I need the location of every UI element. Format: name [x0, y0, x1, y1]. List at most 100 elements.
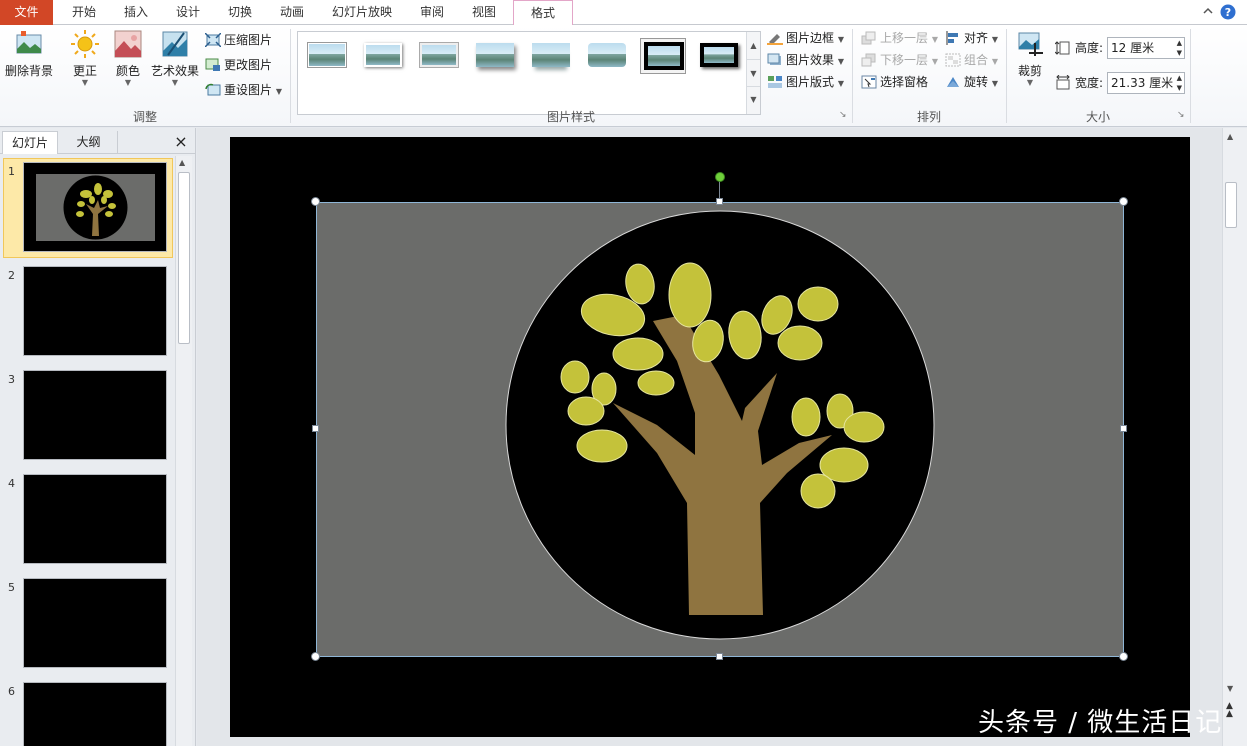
artistic-effects-button[interactable]: 艺术效果 ▼ — [150, 29, 200, 87]
resize-handle-right[interactable] — [1120, 425, 1127, 432]
tab-insert[interactable]: 插入 — [112, 0, 160, 25]
current-slide[interactable] — [230, 137, 1190, 737]
tab-home[interactable]: 开始 — [60, 0, 108, 25]
slide-editing-area — [197, 128, 1222, 746]
tab-slideshow[interactable]: 幻灯片放映 — [322, 0, 402, 25]
selected-picture[interactable] — [316, 202, 1124, 657]
slide-thumbnail-1[interactable] — [23, 162, 167, 252]
picture-style-option[interactable] — [696, 38, 742, 74]
dropdown-arrow-icon: ▼ — [171, 78, 179, 87]
slide-thumbnail-6[interactable] — [23, 682, 167, 746]
scroll-down-icon[interactable]: ▼ — [1227, 684, 1233, 693]
crop-label: 裁剪 — [1017, 64, 1042, 78]
tab-transitions[interactable]: 切换 — [216, 0, 264, 25]
width-label: 宽度: — [1075, 76, 1104, 90]
dialog-launcher-icon[interactable]: ↘ — [1177, 110, 1185, 120]
group-button[interactable]: 组合 ▼ — [945, 50, 998, 70]
color-button[interactable]: 颜色 ▼ — [110, 29, 146, 87]
close-panel-icon[interactable]: × — [172, 131, 190, 154]
picture-layout-button[interactable]: 图片版式 ▼ — [767, 72, 844, 92]
tab-format[interactable]: 格式 — [513, 0, 573, 26]
picture-style-option[interactable] — [584, 38, 630, 74]
resize-handle-left[interactable] — [312, 425, 319, 432]
editor-scroll-thumb[interactable] — [1225, 182, 1237, 228]
scroll-up-icon[interactable]: ▲ — [1227, 132, 1233, 141]
window-right-edge — [1240, 128, 1247, 746]
slide-number: 6 — [8, 685, 15, 698]
minimize-ribbon-icon[interactable] — [1199, 4, 1217, 22]
editor-scrollbar[interactable]: ▲ ▼ ▲ ▲ — [1222, 128, 1240, 746]
slide-thumbnail-4[interactable] — [23, 474, 167, 564]
picture-style-option[interactable] — [472, 38, 518, 74]
crop-button[interactable]: 裁剪 ▼ — [1012, 29, 1048, 87]
selection-pane-label: 选择窗格 — [880, 75, 929, 89]
gallery-down-icon[interactable]: ▼ — [747, 59, 760, 86]
width-spinner[interactable]: ▲ ▼ — [1177, 73, 1182, 93]
height-spinner[interactable]: ▲ ▼ — [1177, 38, 1182, 58]
picture-layout-icon — [767, 75, 783, 89]
panel-scroll-thumb[interactable] — [178, 172, 190, 344]
picture-border-button[interactable]: 图片边框 ▼ — [767, 28, 844, 48]
height-input[interactable]: 12 厘米 ▲ ▼ — [1107, 37, 1185, 59]
width-input[interactable]: 21.33 厘米 ▲ ▼ — [1107, 72, 1185, 94]
corrections-button[interactable]: 更正 ▼ — [66, 29, 104, 87]
slide-thumbnail-5[interactable] — [23, 578, 167, 668]
send-backward-icon — [861, 53, 877, 67]
tab-animations[interactable]: 动画 — [268, 0, 316, 25]
change-picture-button[interactable]: 更改图片 — [205, 55, 272, 75]
picture-style-option[interactable] — [416, 38, 462, 74]
rotate-handle-connector — [719, 181, 720, 198]
bring-forward-button[interactable]: 上移一层 ▼ — [861, 28, 938, 48]
height-icon — [1054, 40, 1071, 59]
dropdown-arrow-icon: ▼ — [931, 35, 938, 44]
width-value: 21.33 厘米 — [1111, 76, 1174, 90]
slide-number: 4 — [8, 477, 15, 490]
watermark-text: 头条号 / 微生活日记 — [978, 708, 1223, 738]
tab-outline[interactable]: 大纲 — [60, 131, 118, 154]
group-label-picture-styles: 图片样式 — [546, 110, 595, 124]
resize-handle-bottom-right[interactable] — [1119, 652, 1128, 661]
previous-slide-icon[interactable]: ▲ ▲ — [1226, 702, 1233, 719]
reset-picture-icon — [205, 83, 221, 97]
resize-handle-top[interactable] — [716, 198, 723, 205]
tab-review[interactable]: 审阅 — [408, 0, 456, 25]
dropdown-arrow-icon: ▼ — [837, 79, 844, 88]
resize-handle-top-left[interactable] — [311, 197, 320, 206]
align-button[interactable]: 对齐 ▼ — [945, 28, 998, 48]
reset-picture-label: 重设图片 — [224, 83, 273, 97]
ribbon-tab-bar: 文件 开始 插入 设计 切换 动画 幻灯片放映 审阅 视图 格式 ? — [0, 0, 1247, 26]
tab-slides[interactable]: 幻灯片 — [2, 131, 58, 154]
slide-thumbnail-2[interactable] — [23, 266, 167, 356]
selection-pane-button[interactable]: 选择窗格 — [861, 72, 928, 92]
help-icon[interactable]: ? — [1219, 4, 1237, 22]
tab-view[interactable]: 视图 — [460, 0, 508, 25]
resize-handle-bottom-left[interactable] — [311, 652, 320, 661]
gallery-up-icon[interactable]: ▲ — [747, 32, 760, 59]
color-label: 颜色 — [115, 64, 140, 78]
dropdown-arrow-icon: ▼ — [931, 57, 938, 66]
rotate-button[interactable]: 旋转 ▼ — [945, 72, 998, 92]
compress-pictures-button[interactable]: 压缩图片 — [204, 30, 272, 50]
slide-number: 3 — [8, 373, 15, 386]
group-icon — [945, 53, 961, 67]
picture-style-option[interactable] — [528, 38, 574, 74]
reset-picture-button[interactable]: 重设图片 ▼ — [205, 80, 282, 100]
remove-background-button[interactable]: 删除背景 — [4, 29, 54, 79]
gallery-scroll[interactable]: ▲ ▼ ▼ — [746, 32, 760, 114]
picture-layout-label: 图片版式 — [786, 75, 835, 89]
scroll-up-icon[interactable]: ▲ — [179, 158, 185, 167]
dropdown-arrow-icon: ▼ — [275, 87, 282, 96]
dialog-launcher-icon[interactable]: ↘ — [839, 110, 847, 120]
tab-design[interactable]: 设计 — [164, 0, 212, 25]
send-backward-button[interactable]: 下移一层 ▼ — [861, 50, 938, 70]
resize-handle-bottom[interactable] — [716, 653, 723, 660]
slide-thumbnail-3[interactable] — [23, 370, 167, 460]
resize-handle-top-right[interactable] — [1119, 197, 1128, 206]
rotate-handle[interactable] — [715, 172, 725, 182]
picture-effects-button[interactable]: 图片效果 ▼ — [767, 50, 844, 70]
tab-file[interactable]: 文件 — [0, 0, 53, 25]
picture-style-option[interactable] — [304, 38, 350, 74]
picture-style-option[interactable] — [640, 38, 686, 74]
picture-style-option[interactable] — [360, 38, 406, 74]
panel-scrollbar[interactable]: ▲ — [175, 156, 192, 746]
